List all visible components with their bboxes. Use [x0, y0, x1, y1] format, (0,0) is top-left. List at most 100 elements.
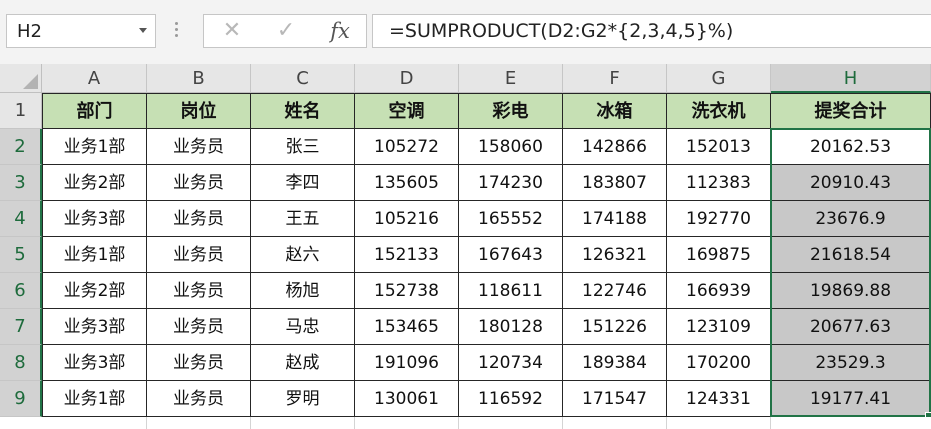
row-header-5[interactable]: 5 — [0, 237, 42, 273]
table-cell[interactable]: 赵成 — [251, 345, 355, 381]
table-cell[interactable]: 152738 — [355, 273, 459, 309]
table-cell[interactable]: 业务2部 — [42, 165, 147, 201]
column-header-f[interactable]: F — [563, 64, 667, 93]
table-cell[interactable]: 业务员 — [147, 345, 251, 381]
table-cell[interactable]: 158060 — [459, 129, 563, 165]
table-cell[interactable]: 业务1部 — [42, 381, 147, 417]
chevron-down-icon[interactable] — [139, 28, 147, 33]
column-header-h[interactable]: H — [771, 64, 931, 93]
table-cell[interactable]: 李四 — [251, 165, 355, 201]
table-cell[interactable]: 杨旭 — [251, 273, 355, 309]
table-cell[interactable]: 152133 — [355, 237, 459, 273]
total-cell[interactable]: 20677.63 — [771, 309, 931, 345]
table-cell[interactable]: 153465 — [355, 309, 459, 345]
formula-buttons: ✕ ✓ fx — [203, 14, 367, 48]
table-cell[interactable]: 业务3部 — [42, 309, 147, 345]
row-header-3[interactable]: 3 — [0, 165, 42, 201]
table-cell[interactable]: 业务1部 — [42, 129, 147, 165]
header-cell[interactable]: 彩电 — [459, 93, 563, 129]
total-cell[interactable]: 21618.54 — [771, 237, 931, 273]
header-cell[interactable]: 部门 — [42, 93, 147, 129]
column-header-c[interactable]: C — [251, 64, 355, 93]
table-cell[interactable]: 151226 — [563, 309, 667, 345]
drag-handle-icon[interactable] — [175, 22, 179, 42]
row-header-7[interactable]: 7 — [0, 309, 42, 345]
column-header-a[interactable]: A — [42, 64, 147, 93]
header-cell[interactable]: 岗位 — [147, 93, 251, 129]
table-cell[interactable]: 业务员 — [147, 381, 251, 417]
formula-input[interactable]: =SUMPRODUCT(D2:G2*{2,3,4,5}%) — [372, 14, 931, 48]
column-header-b[interactable]: B — [147, 64, 251, 93]
table-cell[interactable]: 业务1部 — [42, 237, 147, 273]
table-cell[interactable]: 142866 — [563, 129, 667, 165]
table-cell[interactable]: 124331 — [667, 381, 771, 417]
total-cell[interactable]: 19177.41 — [771, 381, 931, 417]
table-cell[interactable]: 174230 — [459, 165, 563, 201]
table-cell[interactable]: 业务员 — [147, 273, 251, 309]
total-cell[interactable]: 23676.9 — [771, 201, 931, 237]
table-cell[interactable]: 130061 — [355, 381, 459, 417]
table-cell[interactable]: 116592 — [459, 381, 563, 417]
total-cell[interactable]: 20162.53 — [771, 129, 931, 165]
table-cell[interactable]: 马忠 — [251, 309, 355, 345]
table-cell[interactable]: 152013 — [667, 129, 771, 165]
header-cell[interactable]: 提奖合计 — [771, 93, 931, 129]
table-cell[interactable]: 167643 — [459, 237, 563, 273]
table-cell[interactable]: 105272 — [355, 129, 459, 165]
row-header-2[interactable]: 2 — [0, 129, 42, 165]
table-cell[interactable]: 120734 — [459, 345, 563, 381]
table-cell[interactable]: 业务2部 — [42, 273, 147, 309]
header-cell[interactable]: 空调 — [355, 93, 459, 129]
table-cell[interactable]: 张三 — [251, 129, 355, 165]
table-cell[interactable]: 王五 — [251, 201, 355, 237]
table-cell[interactable]: 业务员 — [147, 237, 251, 273]
confirm-icon[interactable]: ✓ — [266, 18, 306, 44]
table-cell[interactable]: 业务员 — [147, 129, 251, 165]
table-cell[interactable]: 174188 — [563, 201, 667, 237]
table-cell[interactable]: 169875 — [667, 237, 771, 273]
table-cell[interactable]: 罗明 — [251, 381, 355, 417]
table-cell[interactable]: 189384 — [563, 345, 667, 381]
table-cell[interactable]: 180128 — [459, 309, 563, 345]
row-header-9[interactable]: 9 — [0, 381, 42, 417]
header-cell[interactable]: 冰箱 — [563, 93, 667, 129]
table-cell[interactable]: 赵六 — [251, 237, 355, 273]
table-cell[interactable]: 118611 — [459, 273, 563, 309]
table-cell[interactable]: 105216 — [355, 201, 459, 237]
table-cell[interactable]: 122746 — [563, 273, 667, 309]
empty-row-area[interactable] — [42, 417, 931, 429]
table-cell[interactable]: 166939 — [667, 273, 771, 309]
insert-function-icon[interactable]: fx — [320, 18, 360, 44]
name-box-value: H2 — [17, 21, 42, 42]
cancel-icon[interactable]: ✕ — [212, 18, 252, 44]
table-cell[interactable]: 183807 — [563, 165, 667, 201]
table-cell[interactable]: 191096 — [355, 345, 459, 381]
header-cell[interactable]: 姓名 — [251, 93, 355, 129]
row-header-1[interactable]: 1 — [0, 93, 42, 129]
column-header-e[interactable]: E — [459, 64, 563, 93]
table-cell[interactable]: 业务员 — [147, 165, 251, 201]
header-cell[interactable]: 洗衣机 — [667, 93, 771, 129]
total-cell[interactable]: 23529.3 — [771, 345, 931, 381]
row-header-6[interactable]: 6 — [0, 273, 42, 309]
table-cell[interactable]: 112383 — [667, 165, 771, 201]
row-header-4[interactable]: 4 — [0, 201, 42, 237]
table-cell[interactable]: 170200 — [667, 345, 771, 381]
total-cell[interactable]: 19869.88 — [771, 273, 931, 309]
row-header-8[interactable]: 8 — [0, 345, 42, 381]
table-cell[interactable]: 业务3部 — [42, 201, 147, 237]
total-cell[interactable]: 20910.43 — [771, 165, 931, 201]
select-all-button[interactable] — [0, 64, 42, 93]
column-header-g[interactable]: G — [667, 64, 771, 93]
table-cell[interactable]: 135605 — [355, 165, 459, 201]
table-cell[interactable]: 业务员 — [147, 309, 251, 345]
table-cell[interactable]: 171547 — [563, 381, 667, 417]
table-cell[interactable]: 192770 — [667, 201, 771, 237]
table-cell[interactable]: 165552 — [459, 201, 563, 237]
table-cell[interactable]: 业务3部 — [42, 345, 147, 381]
name-box[interactable]: H2 — [6, 14, 156, 48]
table-cell[interactable]: 126321 — [563, 237, 667, 273]
table-cell[interactable]: 123109 — [667, 309, 771, 345]
table-cell[interactable]: 业务员 — [147, 201, 251, 237]
column-header-d[interactable]: D — [355, 64, 459, 93]
